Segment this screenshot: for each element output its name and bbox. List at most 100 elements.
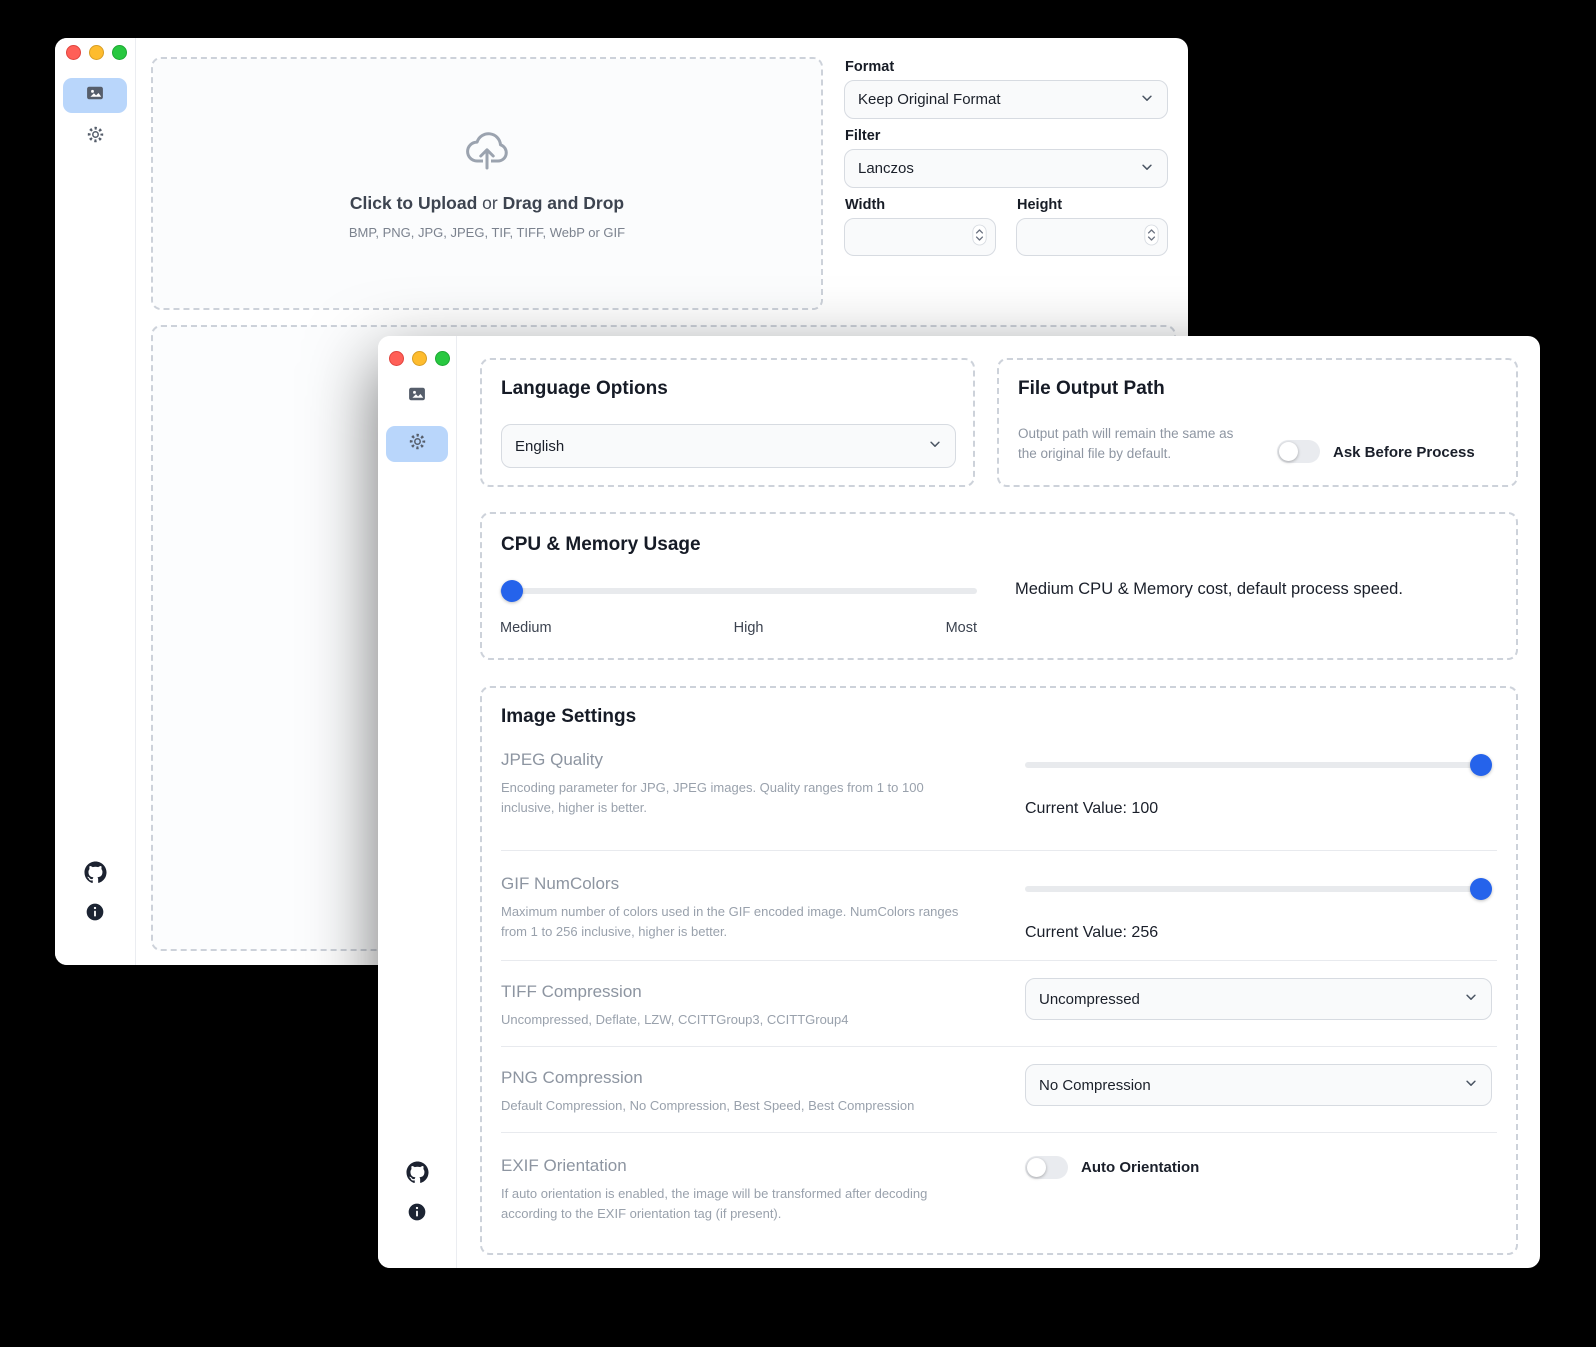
gif-numcolors-current-value: Current Value: 256 (1025, 924, 1158, 942)
exif-orientation-description: If auto orientation is enabled, the imag… (501, 1184, 981, 1223)
ask-before-process-toggle[interactable] (1277, 440, 1320, 463)
zoom-icon[interactable] (435, 351, 450, 366)
tick-medium: Medium (500, 620, 552, 636)
filter-select[interactable]: Lanczos (844, 149, 1168, 188)
tiff-compression-select-value: Uncompressed (1039, 991, 1140, 1008)
upload-dropzone[interactable]: Click to Upload or Drag and Drop BMP, PN… (151, 57, 823, 310)
github-icon (84, 861, 107, 889)
cpu-memory-card: CPU & Memory Usage Medium High Most Medi… (480, 512, 1518, 660)
info-icon (407, 1202, 427, 1227)
gear-icon (407, 431, 428, 457)
minimize-icon[interactable] (412, 351, 427, 366)
sidebar (378, 336, 457, 1268)
cpu-status-text: Medium CPU & Memory cost, default proces… (1015, 580, 1403, 599)
stepper-icon[interactable] (972, 224, 987, 251)
cpu-memory-title: CPU & Memory Usage (501, 534, 701, 556)
close-icon[interactable] (389, 351, 404, 366)
png-compression-description: Default Compression, No Compression, Bes… (501, 1096, 969, 1116)
auto-orientation-toggle[interactable] (1025, 1156, 1068, 1179)
sidebar-item-settings[interactable] (386, 426, 448, 462)
tick-most: Most (946, 620, 977, 636)
github-icon (406, 1161, 429, 1189)
window-controls (389, 351, 450, 366)
tick-high: High (734, 620, 764, 636)
jpeg-quality-title: JPEG Quality (501, 750, 603, 770)
filter-select-value: Lanczos (858, 160, 914, 177)
upload-title-bold2: Drag and Drop (503, 193, 625, 213)
auto-orientation-label: Auto Orientation (1081, 1159, 1199, 1176)
upload-title: Click to Upload or Drag and Drop (350, 193, 624, 214)
image-settings-title: Image Settings (501, 706, 636, 728)
png-compression-select-value: No Compression (1039, 1077, 1151, 1094)
github-button[interactable] (55, 861, 135, 889)
sidebar-item-images[interactable] (63, 78, 127, 113)
height-label: Height (1017, 197, 1062, 213)
row-divider (501, 1132, 1497, 1133)
language-select-value: English (515, 438, 564, 455)
language-options-title: Language Options (501, 378, 668, 400)
about-button[interactable] (378, 1202, 456, 1227)
format-select[interactable]: Keep Original Format (844, 80, 1168, 119)
row-divider (501, 960, 1497, 961)
jpeg-quality-slider-thumb[interactable] (1470, 754, 1492, 776)
chevron-down-icon (1464, 1076, 1478, 1094)
minimize-icon[interactable] (89, 45, 104, 60)
width-input[interactable] (844, 218, 996, 256)
window-controls (66, 45, 127, 60)
image-settings-card: Image Settings JPEG Quality Encoding par… (480, 686, 1518, 1255)
language-options-card: Language Options English (480, 358, 975, 487)
gif-numcolors-description: Maximum number of colors used in the GIF… (501, 902, 969, 941)
format-label: Format (845, 59, 894, 75)
tiff-compression-title: TIFF Compression (501, 982, 642, 1002)
zoom-icon[interactable] (112, 45, 127, 60)
toggle-knob (1027, 1158, 1046, 1177)
file-output-path-card: File Output Path Output path will remain… (997, 358, 1518, 487)
width-input-field[interactable] (853, 228, 972, 247)
stepper-icon[interactable] (1144, 224, 1159, 251)
file-output-path-description: Output path will remain the same as the … (1018, 424, 1250, 465)
sidebar-item-settings[interactable] (63, 122, 127, 152)
github-button[interactable] (378, 1161, 456, 1189)
toggle-knob (1279, 442, 1298, 461)
gif-numcolors-slider[interactable] (1025, 886, 1492, 892)
format-select-value: Keep Original Format (858, 91, 1001, 108)
row-divider (501, 850, 1497, 851)
chevron-down-icon (1140, 91, 1154, 109)
chevron-down-icon (928, 437, 942, 455)
cpu-memory-slider[interactable] (500, 588, 977, 594)
height-input[interactable] (1016, 218, 1168, 256)
language-select[interactable]: English (501, 424, 956, 468)
jpeg-quality-slider[interactable] (1025, 762, 1492, 768)
chevron-down-icon (1464, 990, 1478, 1008)
sidebar (55, 38, 136, 965)
upload-title-bold1: Click to Upload (350, 193, 477, 213)
width-label: Width (845, 197, 885, 213)
jpeg-quality-current-value: Current Value: 100 (1025, 800, 1158, 818)
height-input-field[interactable] (1025, 228, 1144, 247)
jpeg-quality-description: Encoding parameter for JPG, JPEG images.… (501, 778, 969, 817)
sidebar-item-images[interactable] (386, 379, 448, 413)
tiff-compression-description: Uncompressed, Deflate, LZW, CCITTGroup3,… (501, 1010, 969, 1030)
close-icon[interactable] (66, 45, 81, 60)
upload-title-middle: or (477, 193, 502, 213)
about-button[interactable] (55, 902, 135, 927)
upload-subtitle: BMP, PNG, JPG, JPEG, TIF, TIFF, WebP or … (349, 225, 625, 240)
cloud-upload-icon (463, 128, 511, 177)
cpu-memory-slider-thumb[interactable] (501, 580, 523, 602)
row-divider (501, 1046, 1497, 1047)
gif-numcolors-slider-thumb[interactable] (1470, 878, 1492, 900)
filter-label: Filter (845, 128, 880, 144)
exif-orientation-title: EXIF Orientation (501, 1156, 627, 1176)
info-icon (85, 902, 105, 927)
gear-icon (85, 124, 106, 150)
chevron-down-icon (1140, 160, 1154, 178)
file-output-path-title: File Output Path (1018, 378, 1165, 400)
cpu-slider-ticks: Medium High Most (500, 620, 977, 636)
image-icon (407, 384, 427, 409)
ask-before-process-label: Ask Before Process (1333, 444, 1475, 461)
png-compression-select[interactable]: No Compression (1025, 1064, 1492, 1106)
tiff-compression-select[interactable]: Uncompressed (1025, 978, 1492, 1020)
settings-window: Language Options English File Output Pat… (378, 336, 1540, 1268)
gif-numcolors-title: GIF NumColors (501, 874, 619, 894)
image-icon (85, 83, 105, 108)
